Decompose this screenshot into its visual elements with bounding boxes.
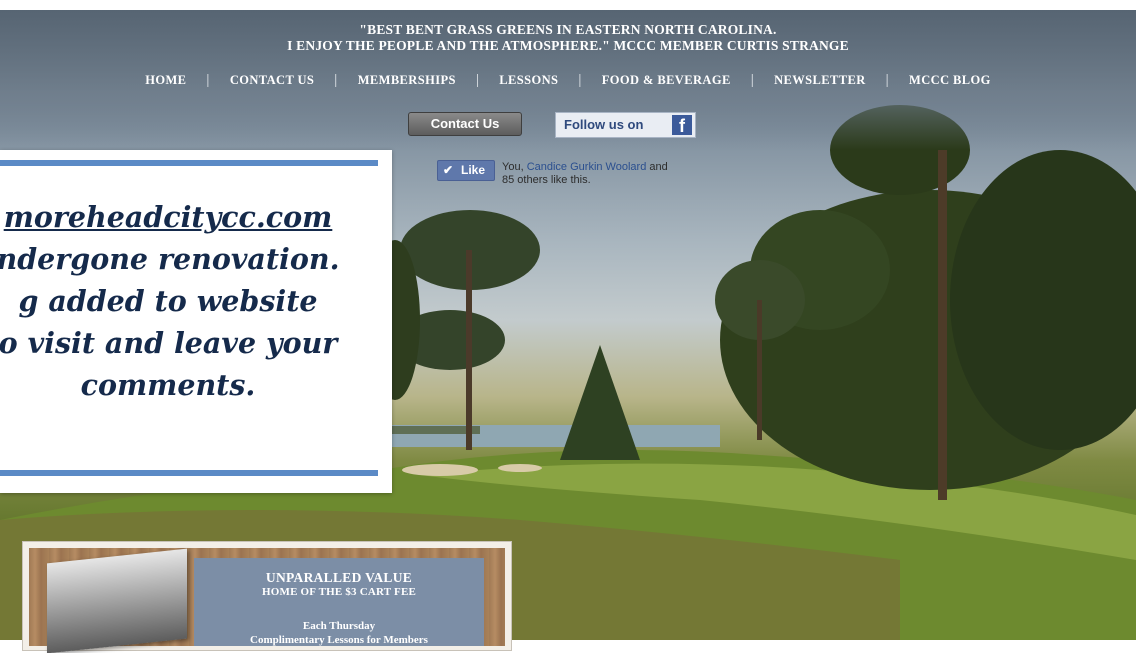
facebook-like-button[interactable]: ✔ Like xyxy=(437,160,495,181)
sand-trap-left xyxy=(402,464,478,476)
left-pine-trunk xyxy=(466,250,472,450)
middle-tree-trunk xyxy=(757,300,762,440)
promo-line-2: Complimentary Lessons for Members xyxy=(250,634,428,646)
announcement-box: moreheadcitycc.com ndergone renovation. … xyxy=(0,150,392,493)
sand-trap-right xyxy=(498,464,542,472)
nav-lessons[interactable]: LESSONS xyxy=(479,73,578,88)
like-text-suffix: and xyxy=(646,161,668,173)
follow-label: Follow us on xyxy=(564,117,644,132)
nav-mccc-blog[interactable]: MCCC BLOG xyxy=(889,73,1011,88)
contact-us-button[interactable]: Contact Us xyxy=(408,112,522,136)
quote-line-1: "BEST BENT GRASS GREENS IN EASTERN NORTH… xyxy=(359,22,777,37)
announcement-line-5: comments. xyxy=(80,368,256,402)
promo-title: UNPARALLED VALUE xyxy=(265,570,413,585)
announcement-text: moreheadcitycc.com ndergone renovation. … xyxy=(0,196,376,406)
member-quote: "BEST BENT GRASS GREENS IN EASTERN NORTH… xyxy=(0,22,1136,54)
quote-line-2: I ENJOY THE PEOPLE AND THE ATMOSPHERE." … xyxy=(287,38,849,53)
website-link[interactable]: moreheadcitycc.com xyxy=(4,200,333,234)
promo-photo xyxy=(47,548,187,653)
promo-panel: UNPARALLED VALUE HOME OF THE $3 CART FEE… xyxy=(194,558,484,646)
top-white-strip xyxy=(0,0,1136,10)
tall-pine-trunk xyxy=(938,150,947,500)
nav-contact-us[interactable]: CONTACT US xyxy=(210,73,334,88)
like-summary: You, Candice Gurkin Woolard and 85 other… xyxy=(502,161,712,187)
nav-newsletter[interactable]: NEWSLETTER xyxy=(754,73,886,88)
nav-home[interactable]: HOME xyxy=(125,73,206,88)
nav-food-beverage[interactable]: FOOD & BEVERAGE xyxy=(582,73,751,88)
follow-facebook-button[interactable]: Follow us on f xyxy=(555,112,696,138)
small-pine xyxy=(560,345,640,460)
like-text-prefix: You, xyxy=(502,161,527,173)
promo-line-1: Each Thursday xyxy=(302,620,376,632)
like-count-text: 85 others like this. xyxy=(502,174,591,186)
like-label: Like xyxy=(461,163,486,177)
main-navigation: HOME | CONTACT US | MEMBERSHIPS | LESSON… xyxy=(0,72,1136,89)
promo-card[interactable]: UNPARALLED VALUE HOME OF THE $3 CART FEE… xyxy=(22,541,512,653)
nav-memberships[interactable]: MEMBERSHIPS xyxy=(338,73,476,88)
friend-name-link[interactable]: Candice Gurkin Woolard xyxy=(527,161,647,173)
promo-subtitle: HOME OF THE $3 CART FEE xyxy=(261,586,417,598)
checkmark-icon: ✔ xyxy=(443,163,454,177)
announcement-line-3: g added to website xyxy=(18,284,318,318)
facebook-icon: f xyxy=(672,115,692,136)
accent-bar-bottom xyxy=(0,470,378,476)
announcement-line-2: ndergone renovation. xyxy=(0,242,340,276)
announcement-line-4: o visit and leave your xyxy=(0,326,338,360)
accent-bar-top xyxy=(0,160,378,166)
